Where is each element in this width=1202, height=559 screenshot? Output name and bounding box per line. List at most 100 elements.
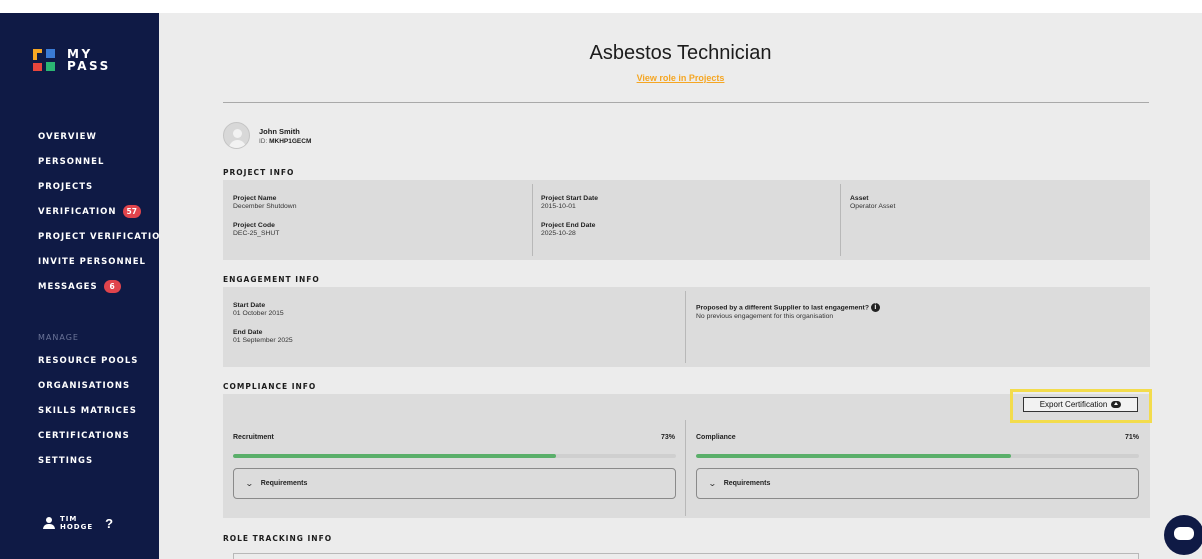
sidebar-item-label: PROJECTS bbox=[38, 181, 94, 192]
compliance-requirements-toggle[interactable]: ⌄ Requirements bbox=[696, 468, 1139, 499]
sidebar-nav: OVERVIEW PERSONNEL PROJECTS VERIFICATION… bbox=[38, 124, 168, 473]
end-date-field: End Date 01 September 2025 bbox=[233, 329, 293, 344]
sidebar-item-label: OVERVIEW bbox=[38, 131, 97, 142]
app: MY PASS OVERVIEW PERSONNEL PROJECTS VERI… bbox=[0, 0, 1202, 559]
chat-button[interactable] bbox=[1164, 515, 1202, 555]
sidebar-item-messages[interactable]: MESSAGES 6 bbox=[38, 274, 168, 299]
logo-text-line2: PASS bbox=[67, 59, 111, 73]
recruitment-progress-bar bbox=[233, 454, 676, 458]
person-id-prefix: ID: bbox=[259, 137, 270, 145]
project-name-field: Project Name December Shutdown bbox=[233, 195, 296, 210]
user-icon bbox=[43, 517, 55, 529]
export-certification-button[interactable]: Export Certification bbox=[1023, 397, 1138, 412]
person-card: John Smith ID: MKHP1GECM bbox=[223, 122, 311, 149]
recruitment-requirements-toggle[interactable]: ⌄ Requirements bbox=[233, 468, 676, 499]
sidebar-item-organisations[interactable]: ORGANISATIONS bbox=[38, 373, 168, 398]
project-start-date-field: Project Start Date 2015-10-01 bbox=[541, 195, 598, 210]
requirements-label: Requirements bbox=[260, 480, 308, 487]
start-date-value: 01 October 2015 bbox=[233, 310, 284, 317]
logo-text: MY PASS bbox=[67, 48, 111, 72]
asset-label: Asset bbox=[850, 195, 869, 202]
project-info-panel: Project Name December Shutdown Project C… bbox=[223, 180, 1150, 260]
requirements-label: Requirements bbox=[723, 480, 771, 487]
sidebar-section-manage: MANAGE bbox=[38, 332, 79, 342]
sidebar-item-skills-matrices[interactable]: SKILLS MATRICES bbox=[38, 398, 168, 423]
project-end-date-label: Project End Date bbox=[541, 222, 596, 229]
project-info-title: PROJECT INFO bbox=[223, 168, 295, 177]
project-code-value: DEC-25_SHUT bbox=[233, 230, 280, 237]
verification-count-badge: 57 bbox=[122, 205, 141, 218]
engagement-info-title: ENGAGEMENT INFO bbox=[223, 275, 320, 284]
project-start-date-label: Project Start Date bbox=[541, 195, 599, 202]
main-content: Asbestos Technician View role in Project… bbox=[159, 13, 1202, 559]
sidebar-item-certifications[interactable]: CERTIFICATIONS bbox=[38, 423, 168, 448]
person-id-value: MKHP1GECM bbox=[269, 137, 312, 145]
start-date-field: Start Date 01 October 2015 bbox=[233, 302, 284, 317]
sidebar-item-label: MESSAGES bbox=[38, 281, 98, 292]
cloud-download-icon bbox=[1111, 401, 1122, 408]
sidebar-item-label: CERTIFICATIONS bbox=[38, 430, 130, 441]
user-name: TIM HODGE bbox=[60, 515, 93, 531]
recruitment-label: Recruitment bbox=[233, 434, 274, 441]
recruitment-progress-fill bbox=[233, 454, 557, 458]
mypass-logo-mark-icon bbox=[33, 49, 55, 71]
info-icon[interactable]: i bbox=[870, 303, 880, 312]
compliance-info-title: COMPLIANCE INFO bbox=[223, 382, 317, 391]
person-id: ID: MKHP1GECM bbox=[259, 138, 311, 145]
export-certification-label: Export Certification bbox=[1039, 400, 1108, 409]
sidebar-item-project-verification[interactable]: PROJECT VERIFICATION bbox=[38, 224, 168, 249]
user-first-name: TIM bbox=[60, 515, 78, 523]
sidebar-item-label: RESOURCE POOLS bbox=[38, 355, 139, 366]
proposed-supplier-label: Proposed by a different Supplier to last… bbox=[696, 303, 880, 312]
column-divider bbox=[840, 184, 841, 256]
end-date-value: 01 September 2025 bbox=[233, 337, 293, 344]
proposed-supplier-field: Proposed by a different Supplier to last… bbox=[696, 303, 880, 320]
sidebar-item-label: VERIFICATION bbox=[38, 206, 117, 217]
proposed-supplier-label-text: Proposed by a different Supplier to last… bbox=[696, 304, 869, 312]
project-end-date-value: 2025-10-28 bbox=[541, 230, 576, 237]
start-date-label: Start Date bbox=[233, 302, 266, 309]
sidebar-item-label: INVITE PERSONNEL bbox=[38, 256, 146, 267]
page-title: Asbestos Technician bbox=[589, 42, 772, 64]
sidebar-item-settings[interactable]: SETTINGS bbox=[38, 448, 168, 473]
sidebar-item-overview[interactable]: OVERVIEW bbox=[38, 124, 168, 149]
project-end-date-field: Project End Date 2025-10-28 bbox=[541, 222, 595, 237]
user-menu[interactable]: TIM HODGE ? bbox=[43, 515, 113, 531]
sidebar-item-label: SKILLS MATRICES bbox=[38, 405, 137, 416]
sidebar-item-invite-personnel[interactable]: INVITE PERSONNEL bbox=[38, 249, 168, 274]
compliance-percent: 71% bbox=[1124, 434, 1139, 441]
column-divider bbox=[685, 291, 686, 363]
project-name-label: Project Name bbox=[233, 195, 277, 202]
compliance-progress-bar bbox=[696, 454, 1139, 458]
chat-bubble-icon bbox=[1174, 527, 1194, 540]
sidebar-item-label: SETTINGS bbox=[38, 455, 94, 466]
user-last-name: HODGE bbox=[60, 523, 94, 531]
sidebar-item-personnel[interactable]: PERSONNEL bbox=[38, 149, 168, 174]
role-tracking-info-title: ROLE TRACKING INFO bbox=[223, 534, 333, 543]
engagement-info-panel: Start Date 01 October 2015 End Date 01 S… bbox=[223, 287, 1150, 367]
compliance-label: Compliance bbox=[696, 434, 736, 441]
chevron-down-icon: ⌄ bbox=[244, 479, 254, 488]
asset-field: Asset Operator Asset bbox=[850, 195, 895, 210]
help-icon[interactable]: ? bbox=[105, 516, 113, 531]
project-code-field: Project Code DEC-25_SHUT bbox=[233, 222, 279, 237]
messages-count-badge: 6 bbox=[103, 280, 121, 293]
project-name-value: December Shutdown bbox=[233, 203, 297, 210]
view-role-in-projects-link[interactable]: View role in Projects bbox=[159, 73, 1202, 83]
avatar bbox=[223, 122, 250, 149]
role-tracking-table bbox=[233, 553, 1139, 559]
sidebar-item-verification[interactable]: VERIFICATION 57 bbox=[38, 199, 168, 224]
project-code-label: Project Code bbox=[233, 222, 275, 229]
header-divider bbox=[223, 102, 1149, 103]
sidebar-item-label: ORGANISATIONS bbox=[38, 380, 131, 391]
end-date-label: End Date bbox=[233, 329, 263, 336]
recruitment-percent: 73% bbox=[660, 434, 675, 441]
person-name: John Smith bbox=[259, 126, 300, 136]
mypass-logo[interactable]: MY PASS bbox=[33, 48, 111, 72]
sidebar-item-resource-pools[interactable]: RESOURCE POOLS bbox=[38, 348, 168, 373]
compliance-progress-fill bbox=[696, 454, 1011, 458]
column-divider bbox=[532, 184, 533, 256]
sidebar-item-projects[interactable]: PROJECTS bbox=[38, 174, 168, 199]
asset-value: Operator Asset bbox=[850, 203, 896, 210]
column-divider bbox=[685, 420, 686, 516]
